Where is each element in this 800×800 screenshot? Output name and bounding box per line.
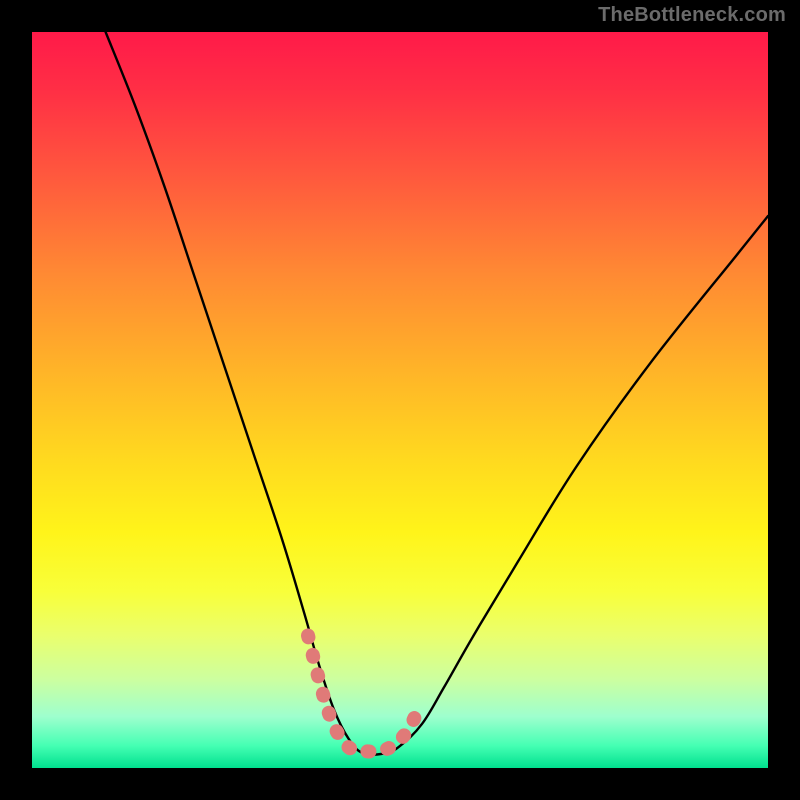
plot-area bbox=[32, 32, 768, 768]
curve-layer bbox=[32, 32, 768, 768]
chart-frame: TheBottleneck.com bbox=[0, 0, 800, 800]
watermark-text: TheBottleneck.com bbox=[598, 4, 786, 27]
bottleneck-curve bbox=[106, 32, 768, 755]
highlight-valley bbox=[308, 636, 418, 752]
